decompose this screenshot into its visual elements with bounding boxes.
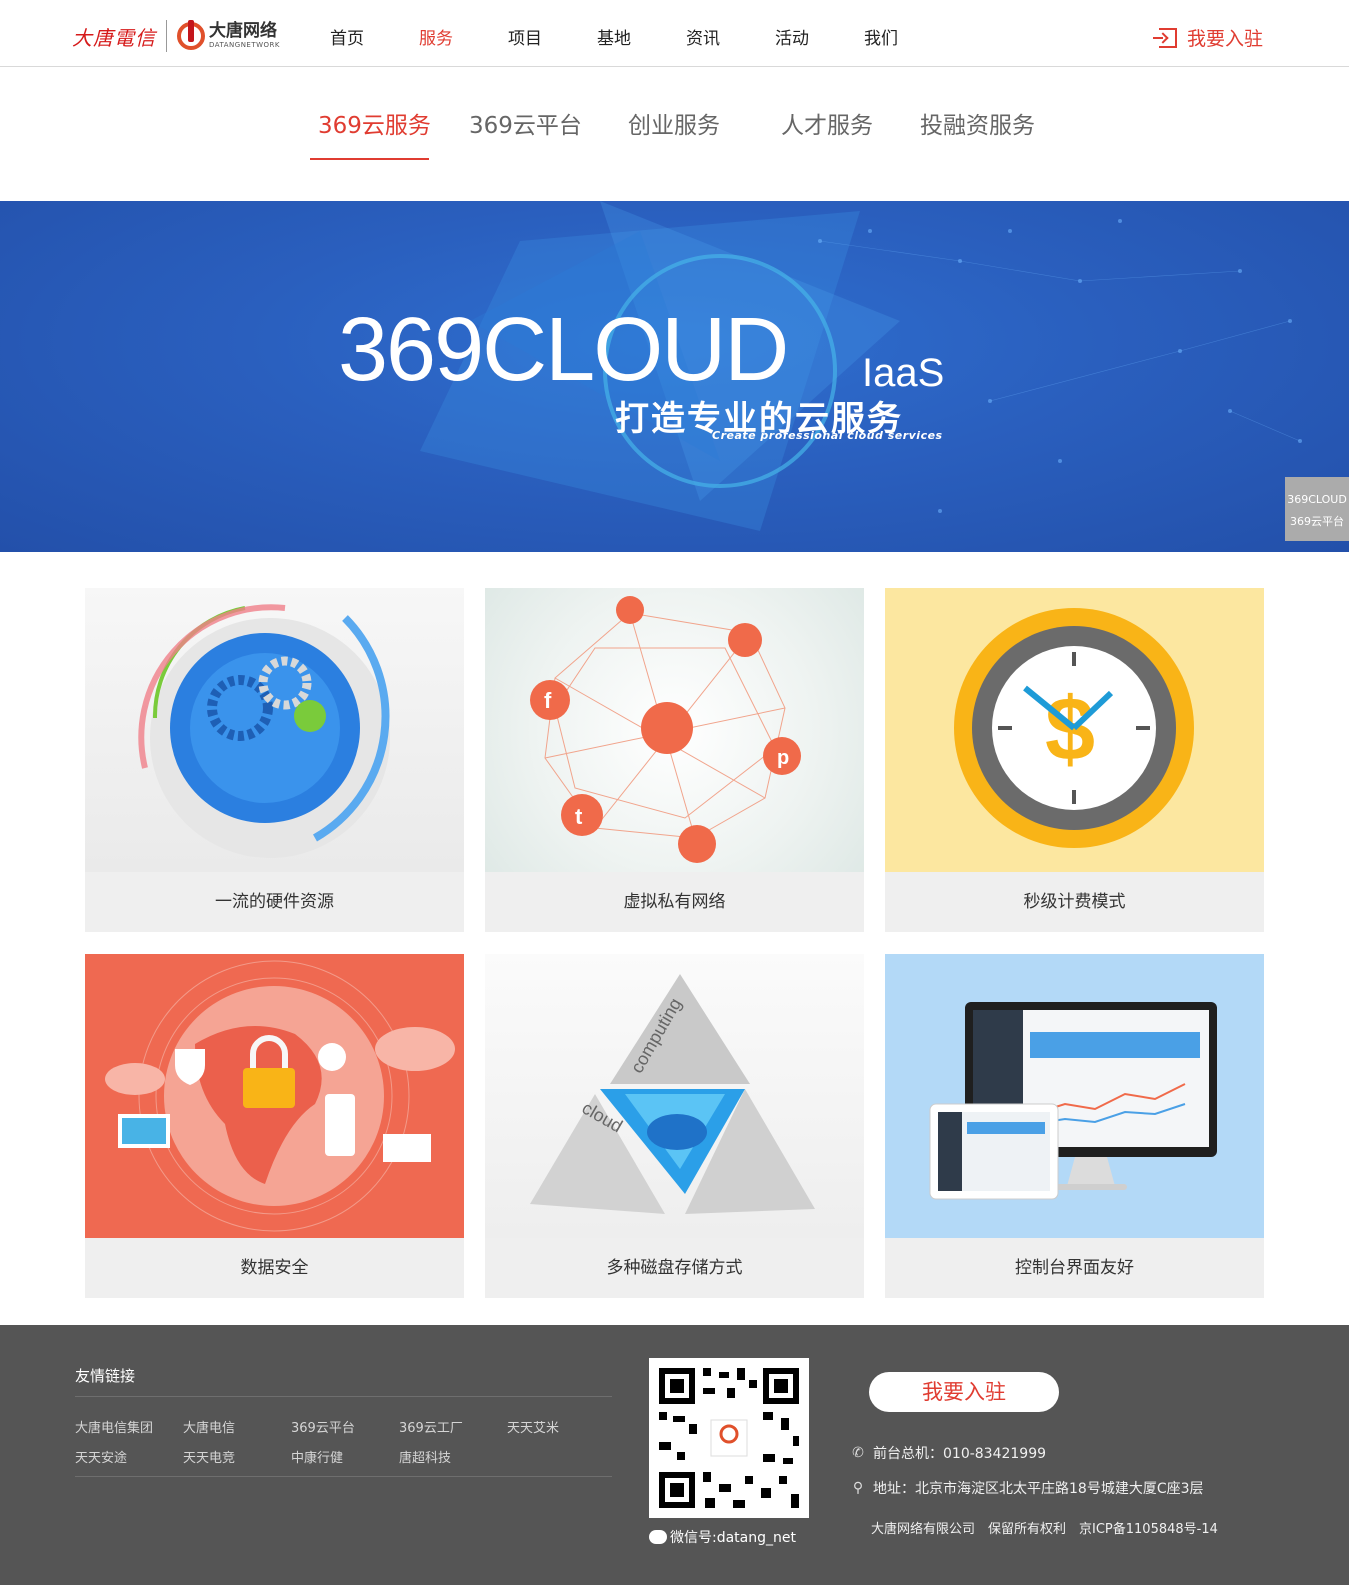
- friend-link[interactable]: 天天电竞: [183, 1447, 235, 1466]
- address-info: ⚲ 地址：北京市海淀区北太平庄路18号城建大厦C座3层: [851, 1478, 1204, 1498]
- svg-text:f: f: [544, 688, 552, 713]
- feature-card-security[interactable]: 数据安全: [85, 954, 464, 1298]
- friend-link[interactable]: 大唐电信集团: [75, 1417, 153, 1436]
- site-logo[interactable]: 大唐電信 大唐网络 DATANGNETWORK: [72, 18, 280, 54]
- wechat-icon: [649, 1530, 667, 1544]
- join-button-footer[interactable]: 我要入驻: [869, 1372, 1059, 1412]
- friend-links-title: 友情链接: [75, 1367, 136, 1385]
- feature-label: 一流的硬件资源: [215, 892, 334, 912]
- wechat-id-text: 微信号:datang_net: [670, 1530, 796, 1546]
- nav-bases[interactable]: 基地: [597, 24, 686, 49]
- friend-link[interactable]: 369云平台: [291, 1417, 355, 1436]
- wechat-id: 微信号:datang_net: [649, 1527, 796, 1547]
- phone-text: 前台总机：010-83421999: [873, 1446, 1047, 1462]
- feature-label: 虚拟私有网络: [623, 892, 726, 912]
- hero-banner: 369CLOUD IaaS 打造专业的云服务 Create profession…: [0, 201, 1349, 552]
- friend-link[interactable]: 大唐电信: [183, 1417, 235, 1436]
- tab-talent-service[interactable]: 人才服务: [781, 106, 873, 140]
- banner-title: 369CLOUD: [338, 300, 789, 400]
- friend-link[interactable]: 唐超科技: [399, 1447, 451, 1466]
- feature-card-console[interactable]: 控制台界面友好: [885, 954, 1264, 1298]
- gears-icon: [85, 588, 464, 872]
- friend-link[interactable]: 369云工厂: [399, 1417, 463, 1436]
- nav-news[interactable]: 资讯: [686, 24, 775, 49]
- nav-events[interactable]: 活动: [775, 24, 864, 49]
- clock-dollar-icon: $: [885, 588, 1264, 872]
- phone-info: ✆ 前台总机：010-83421999: [851, 1443, 1046, 1463]
- nav-about[interactable]: 我们: [864, 24, 953, 49]
- site-footer: 友情链接 大唐电信集团 大唐电信 369云平台 369云工厂 天天艾米 天天安途…: [0, 1325, 1349, 1585]
- svg-text:p: p: [777, 747, 789, 769]
- banner-iaas: IaaS: [862, 351, 945, 395]
- main-nav: 首页 服务 项目 基地 资讯 活动 我们: [330, 24, 953, 49]
- sign-in-icon: [1152, 27, 1177, 48]
- side-tab-label: 369云平台: [1290, 515, 1344, 528]
- banner-slogan-en: Create professional cloud services: [712, 429, 943, 442]
- side-floating-tab[interactable]: 369CLOUD 369云平台: [1285, 477, 1349, 541]
- dashboard-screens-icon: [885, 954, 1264, 1238]
- feature-label: 多种磁盘存储方式: [606, 1258, 743, 1278]
- phone-icon: ✆: [852, 1445, 864, 1461]
- nav-projects[interactable]: 项目: [508, 24, 597, 49]
- feature-card-storage[interactable]: computing cloud 多种磁盘存储方式: [485, 954, 864, 1298]
- feature-label: 控制台界面友好: [1015, 1258, 1134, 1278]
- svg-text:$: $: [1045, 680, 1095, 780]
- friend-link[interactable]: 天天艾米: [507, 1417, 559, 1436]
- friend-link[interactable]: 天天安途: [75, 1447, 127, 1466]
- logo-network-cn: 大唐网络: [209, 21, 277, 41]
- top-header: 大唐電信 大唐网络 DATANGNETWORK 首页 服务 项目 基地 资讯 活…: [0, 0, 1349, 67]
- svg-text:t: t: [575, 804, 583, 829]
- cloud-computing-icon: computing cloud: [485, 954, 864, 1238]
- feature-label: 数据安全: [240, 1258, 309, 1278]
- logo-network-en: DATANGNETWORK: [209, 41, 281, 49]
- nav-services[interactable]: 服务: [419, 24, 508, 49]
- service-subtabs: 369云服务 369云平台 创业服务 人才服务 投融资服务: [0, 106, 1349, 162]
- feature-card-hardware[interactable]: 一流的硬件资源: [85, 588, 464, 932]
- copyright-text: 大唐网络有限公司 保留所有权利 京ICP备1105848号-14: [871, 1522, 1218, 1537]
- divider: [75, 1396, 612, 1397]
- tab-startup-service[interactable]: 创业服务: [628, 106, 720, 140]
- tab-investment-service[interactable]: 投融资服务: [920, 106, 1035, 140]
- feature-label: 秒级计费模式: [1023, 892, 1126, 912]
- active-tab-underline: [310, 158, 429, 160]
- tab-369-cloud-platform[interactable]: 369云平台: [469, 106, 582, 140]
- feature-card-billing[interactable]: $ 秒级计费模式: [885, 588, 1264, 932]
- address-text: 地址：北京市海淀区北太平庄路18号城建大厦C座3层: [873, 1481, 1204, 1497]
- side-tab-logo: 369CLOUD: [1287, 493, 1347, 506]
- join-label: 我要入驻: [1186, 28, 1263, 50]
- logo-divider: [166, 20, 167, 52]
- tab-369-cloud-service[interactable]: 369云服务: [318, 106, 431, 140]
- friend-link[interactable]: 中康行健: [291, 1447, 343, 1466]
- feature-card-vpn[interactable]: f t p 虚拟私有网络: [485, 588, 864, 932]
- security-globe-icon: [85, 954, 464, 1238]
- location-pin-icon: ⚲: [852, 1480, 864, 1496]
- divider: [75, 1476, 612, 1477]
- datang-telecom-logo: 大唐電信: [72, 25, 156, 50]
- nav-home[interactable]: 首页: [330, 24, 419, 49]
- network-icon: f t p: [485, 588, 864, 872]
- datang-network-logo: 大唐网络 DATANGNETWORK: [177, 20, 281, 50]
- join-button-top[interactable]: 我要入驻: [1152, 24, 1263, 51]
- wechat-qr-code: [649, 1358, 809, 1518]
- datang-logo-icon: [177, 20, 205, 50]
